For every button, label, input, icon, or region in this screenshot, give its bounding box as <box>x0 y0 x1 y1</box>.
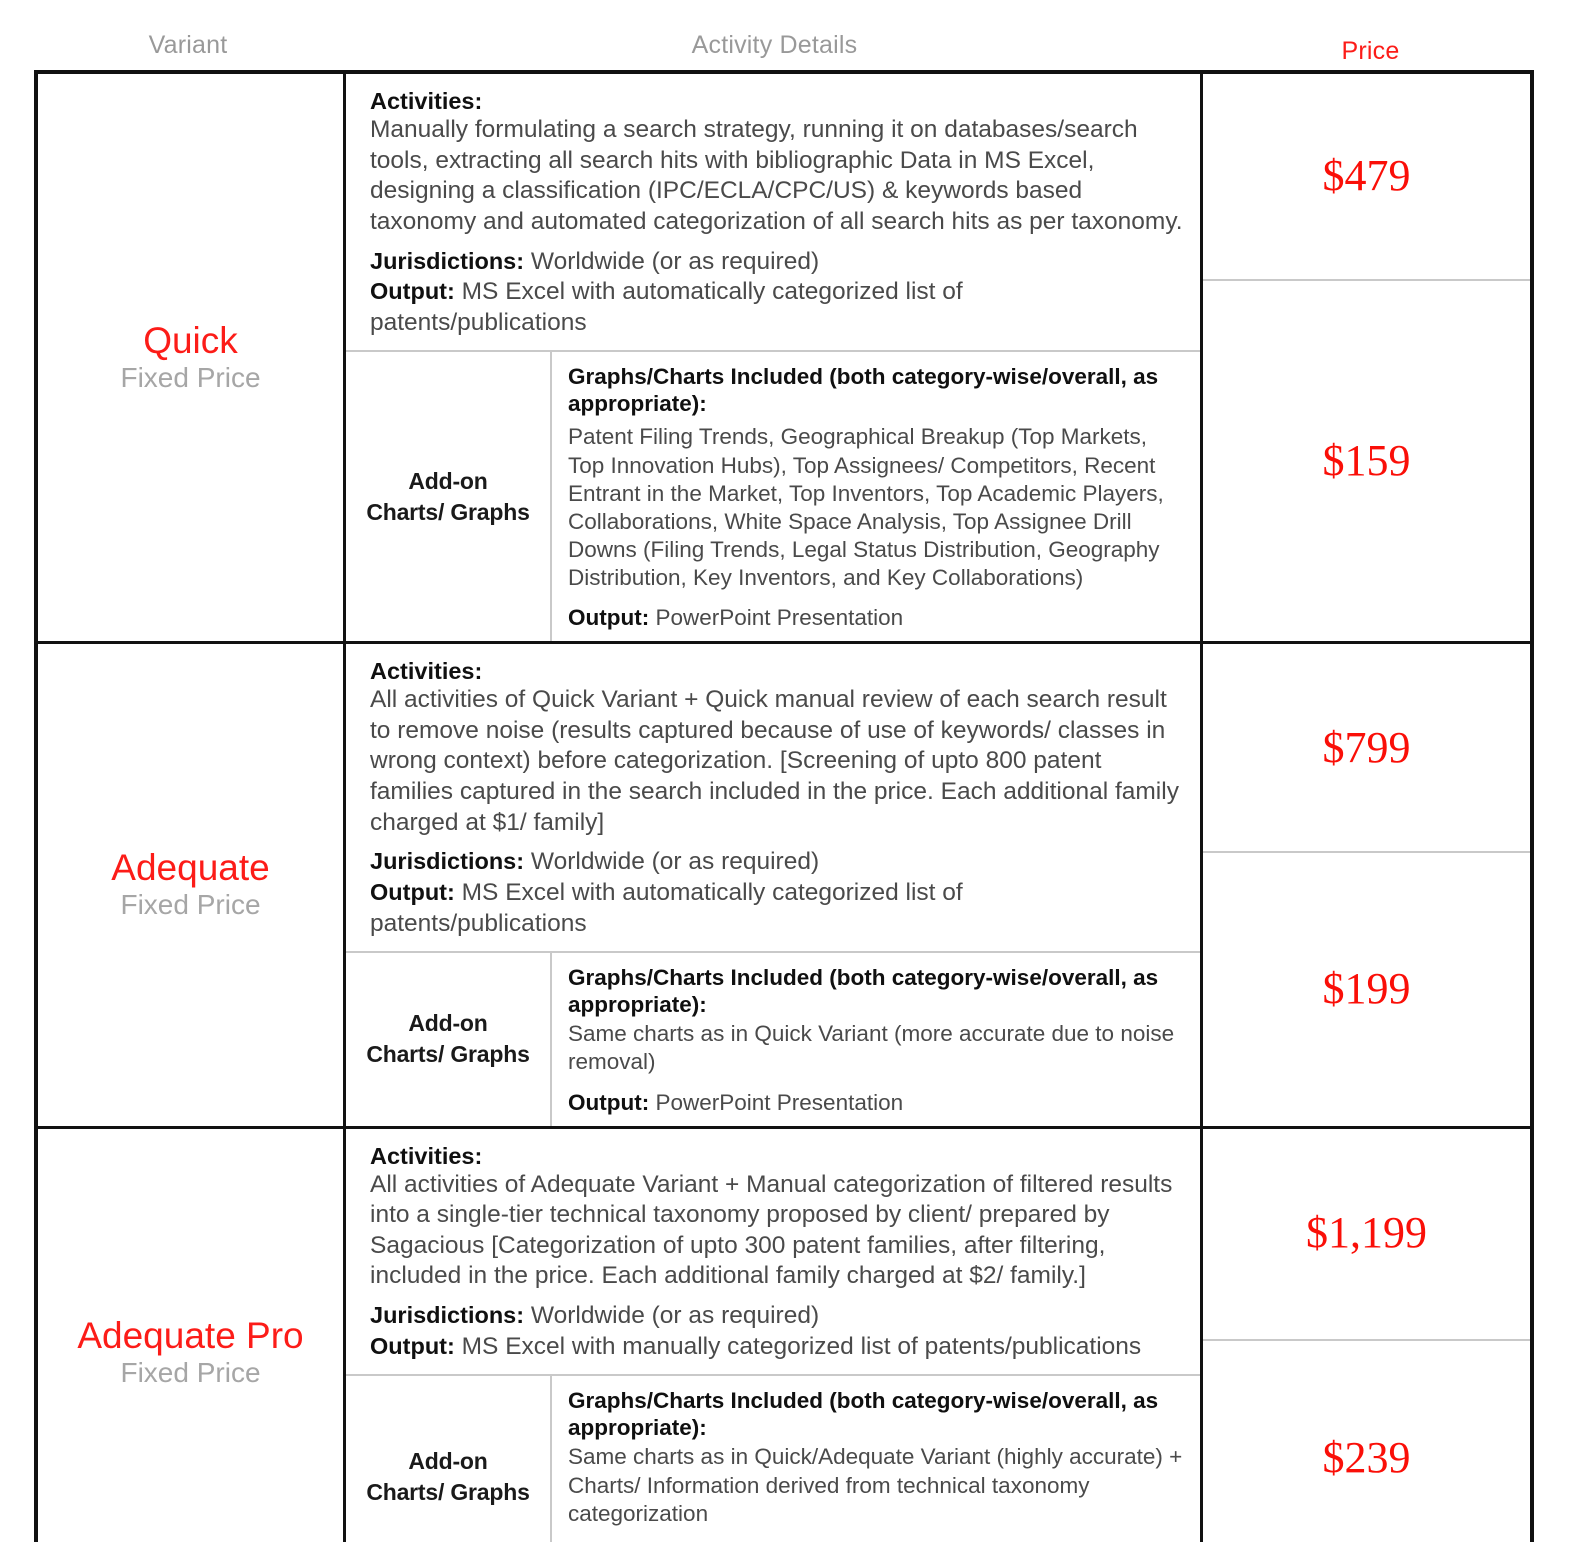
table-row-adequate: Adequate Fixed Price Activities: All act… <box>38 644 1530 1129</box>
activities-block: Activities: Manually formulating a searc… <box>346 74 1200 353</box>
activities-heading: Activities: <box>370 88 1184 115</box>
addon-output-value: PowerPoint Presentation <box>655 605 904 631</box>
addon-label-line2: Charts/ Graphs <box>366 498 530 525</box>
details-cell-adequate: Activities: All activities of Quick Vari… <box>346 644 1203 1126</box>
jurisdictions-line: Jurisdictions: Worldwide (or as required… <box>370 247 1184 278</box>
output-value: MS Excel with manually categorized list … <box>461 1332 1142 1360</box>
addon-label-line1: Add-on <box>408 1010 488 1037</box>
table-column-headers: Variant Activity Details Price <box>34 22 1534 68</box>
variant-cell-quick: Quick Fixed Price <box>38 74 346 642</box>
charts-included-heading: Graphs/Charts Included (both category-wi… <box>568 364 1159 416</box>
addon-price-value: $199 <box>1322 964 1411 1014</box>
addon-row-adequate: Add-on Charts/ Graphs Graphs/Charts Incl… <box>346 953 1200 1126</box>
addon-label-line2: Charts/ Graphs <box>366 1478 530 1505</box>
charts-list: Same charts as in Quick/Adequate Variant… <box>568 1444 1183 1526</box>
pricing-table-page: Variant Activity Details Price Quick Fix… <box>0 0 1587 1542</box>
charts-included-heading: Graphs/Charts Included (both category-wi… <box>568 1388 1159 1440</box>
addon-output-value: PowerPoint Presentation <box>655 1089 904 1115</box>
activities-label: Activities: <box>370 88 483 114</box>
price-cell-adequate: $799 $199 <box>1203 644 1530 1125</box>
activities-heading: Activities: <box>370 658 1184 685</box>
price-value: $479 <box>1322 151 1411 201</box>
addon-body: Graphs/Charts Included (both category-wi… <box>552 953 1200 1125</box>
activities-block: Activities: All activities of Quick Vari… <box>346 644 1200 954</box>
activities-label: Activities: <box>370 658 483 685</box>
output-line: Output: MS Excel with automatically cate… <box>370 277 1184 338</box>
addon-output-line: Output: PowerPoint Presentation <box>568 604 1188 631</box>
activities-text: Manually formulating a search strategy, … <box>370 116 1183 235</box>
addon-label-cell: Add-on Charts/ Graphs <box>346 352 552 642</box>
price-main-block: $1,199 <box>1203 1129 1530 1341</box>
output-line: Output: MS Excel with automatically cate… <box>370 878 1184 939</box>
addon-output-label: Output: <box>568 1089 650 1115</box>
jurisdictions-label: Jurisdictions: <box>370 1302 525 1329</box>
jurisdictions-value: Worldwide (or as required) <box>530 247 820 275</box>
variant-name: Adequate Pro <box>77 1314 304 1356</box>
jurisdictions-line: Jurisdictions: Worldwide (or as required… <box>370 1301 1184 1332</box>
jurisdictions-value: Worldwide (or as required) <box>530 1302 820 1330</box>
variant-subtitle: Fixed Price <box>120 889 261 921</box>
output-label: Output: <box>370 278 455 305</box>
variant-subtitle: Fixed Price <box>120 1357 261 1389</box>
variant-name: Quick <box>143 319 238 361</box>
jurisdictions-line: Jurisdictions: Worldwide (or as required… <box>370 847 1184 878</box>
addon-price-value: $159 <box>1322 435 1411 485</box>
jurisdictions-value: Worldwide (or as required) <box>530 848 820 876</box>
output-value: MS Excel with automatically categorized … <box>370 878 963 937</box>
addon-label-line2: Charts/ Graphs <box>366 1041 530 1068</box>
output-label: Output: <box>370 1332 455 1359</box>
activities-label: Activities: <box>370 1142 483 1169</box>
addon-price-value: $239 <box>1322 1433 1411 1483</box>
price-addon-block: $199 <box>1203 853 1530 1125</box>
activities-heading: Activities: <box>370 1143 1184 1170</box>
charts-list: Same charts as in Quick Variant (more ac… <box>568 1021 1175 1075</box>
addon-label-line1: Add-on <box>408 467 488 494</box>
table-row-adequate-pro: Adequate Pro Fixed Price Activities: All… <box>38 1128 1530 1542</box>
variant-cell-adequate: Adequate Fixed Price <box>38 644 346 1126</box>
charts-included-heading: Graphs/Charts Included (both category-wi… <box>568 965 1159 1017</box>
details-cell-adequate-pro: Activities: All activities of Adequate V… <box>346 1128 1203 1542</box>
price-addon-block: $159 <box>1203 281 1530 641</box>
details-cell-quick: Activities: Manually formulating a searc… <box>346 74 1203 642</box>
addon-row-quick: Add-on Charts/ Graphs Graphs/Charts Incl… <box>346 352 1200 642</box>
addon-row-adequate-pro: Add-on Charts/ Graphs Graphs/Charts Incl… <box>346 1376 1200 1542</box>
addon-body: Graphs/Charts Included (both category-wi… <box>552 1376 1200 1542</box>
price-main-block: $799 <box>1203 644 1530 854</box>
activities-block: Activities: All activities of Adequate V… <box>346 1129 1200 1377</box>
addon-label-line1: Add-on <box>408 1447 488 1474</box>
variant-name: Adequate <box>111 847 270 889</box>
header-activity-details: Activity Details <box>691 30 858 59</box>
addon-output-line: Output: PowerPoint Presentation <box>568 1089 1188 1116</box>
header-variant: Variant <box>148 30 228 59</box>
table-row-quick: Quick Fixed Price Activities: Manually f… <box>38 74 1530 645</box>
price-cell-adequate-pro: $1,199 $239 <box>1203 1129 1530 1542</box>
price-cell-quick: $479 $159 <box>1203 74 1530 641</box>
output-line: Output: MS Excel with manually categoriz… <box>370 1332 1184 1363</box>
addon-body: Graphs/Charts Included (both category-wi… <box>552 352 1200 641</box>
activities-text: All activities of Quick Variant + Quick … <box>370 686 1179 836</box>
header-price: Price <box>1341 37 1400 65</box>
addon-label-cell: Add-on Charts/ Graphs <box>346 953 552 1126</box>
addon-output-label: Output: <box>568 605 650 631</box>
price-value: $1,199 <box>1306 1208 1427 1258</box>
addon-label-cell: Add-on Charts/ Graphs <box>346 1376 552 1542</box>
pricing-table: Quick Fixed Price Activities: Manually f… <box>34 70 1534 1542</box>
price-value: $799 <box>1322 722 1411 772</box>
variant-cell-adequate-pro: Adequate Pro Fixed Price <box>38 1128 346 1542</box>
output-value: MS Excel with automatically categorized … <box>370 278 963 336</box>
charts-list: Patent Filing Trends, Geographical Break… <box>568 424 1164 591</box>
output-label: Output: <box>370 878 455 905</box>
activities-text: All activities of Adequate Variant + Man… <box>370 1170 1173 1290</box>
price-main-block: $479 <box>1203 74 1530 281</box>
variant-subtitle: Fixed Price <box>120 362 261 394</box>
price-addon-block: $239 <box>1203 1341 1530 1542</box>
jurisdictions-label: Jurisdictions: <box>370 848 525 875</box>
jurisdictions-label: Jurisdictions: <box>370 247 525 274</box>
